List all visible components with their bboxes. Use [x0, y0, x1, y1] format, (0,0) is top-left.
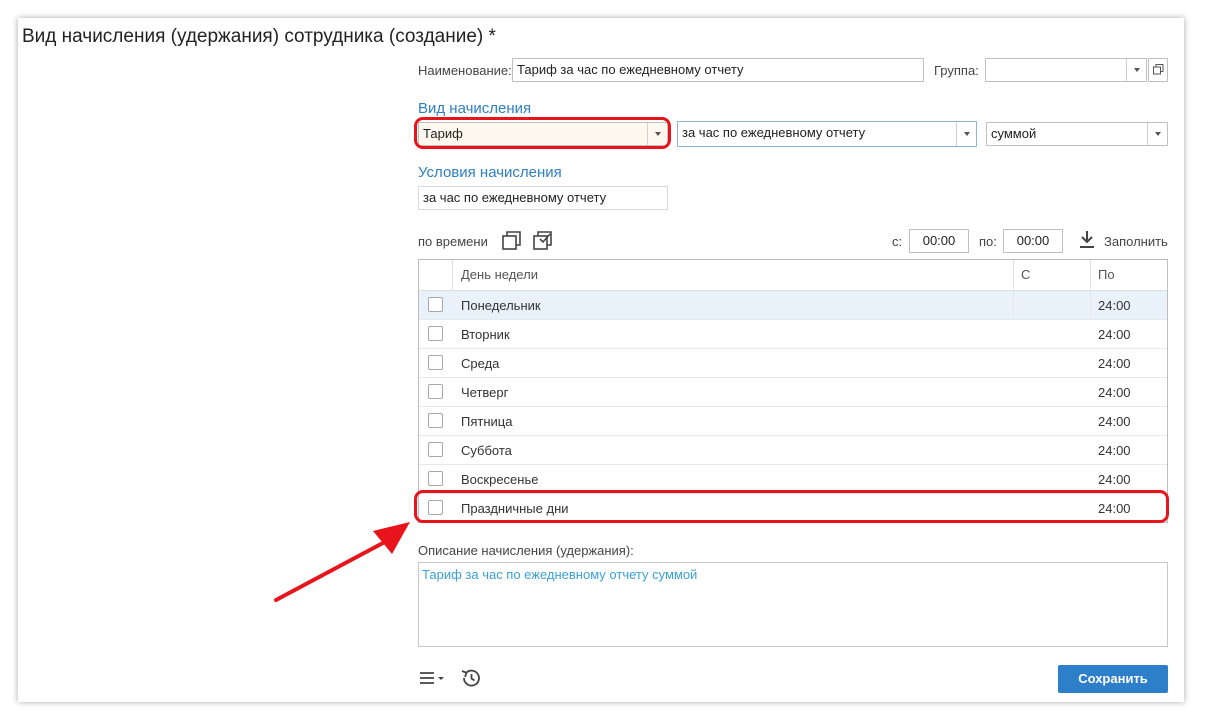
highlight-accrual-type [414, 117, 671, 149]
accrual-mode-value: суммой [991, 126, 1037, 141]
day-cell: Пятница [461, 414, 513, 429]
row-checkbox[interactable] [428, 413, 443, 428]
annotation-arrow-icon [274, 522, 410, 602]
accrual-basis-select[interactable]: за час по ежедневному отчету [677, 121, 977, 147]
row-checkbox[interactable] [428, 471, 443, 486]
highlight-holidays-row [414, 490, 1169, 523]
copy-icon[interactable] [501, 230, 523, 252]
to-cell: 24:00 [1098, 385, 1131, 400]
day-cell: Четверг [461, 385, 509, 400]
open-window-icon [1153, 64, 1164, 75]
chevron-down-icon [1133, 68, 1140, 72]
save-button[interactable]: Сохранить [1058, 665, 1168, 693]
conditions-section-title: Условия начисления [418, 164, 562, 181]
description-label: Описание начисления (удержания): [418, 543, 634, 558]
row-checkbox[interactable] [428, 384, 443, 399]
table-row[interactable]: Вторник 24:00 [419, 320, 1167, 349]
row-checkbox[interactable] [428, 442, 443, 457]
group-field[interactable] [985, 58, 1147, 82]
accrual-basis-value: за час по ежедневному отчету [682, 125, 866, 140]
name-field[interactable]: Тариф за час по ежедневному отчету [512, 58, 924, 82]
name-label: Наименование: [418, 63, 512, 78]
table-header: День недели С По [419, 260, 1167, 291]
to-cell: 24:00 [1098, 414, 1131, 429]
row-checkbox[interactable] [428, 355, 443, 370]
history-icon[interactable] [460, 667, 482, 689]
day-cell: Суббота [461, 443, 512, 458]
row-checkbox[interactable] [428, 297, 443, 312]
group-open-button[interactable] [1148, 58, 1168, 82]
to-cell: 24:00 [1098, 356, 1131, 371]
to-cell: 24:00 [1098, 327, 1131, 342]
weekday-table: День недели С По Понедельник 24:00 Вторн… [418, 259, 1168, 523]
download-icon[interactable] [1078, 230, 1096, 250]
by-time-label: по времени [418, 234, 488, 249]
menu-icon[interactable] [419, 669, 447, 687]
to-cell: 24:00 [1098, 443, 1131, 458]
chevron-down-icon [1154, 132, 1161, 136]
check-all-icon[interactable] [532, 230, 554, 252]
accrual-mode-dropdown-button[interactable] [1147, 123, 1167, 145]
to-cell: 24:00 [1098, 298, 1131, 313]
page-title: Вид начисления (удержания) сотрудника (с… [22, 26, 496, 47]
column-header-day: День недели [461, 267, 538, 282]
table-row[interactable]: Среда 24:00 [419, 349, 1167, 378]
table-row[interactable]: Понедельник 24:00 [419, 291, 1167, 320]
to-time-label: по: [979, 234, 997, 249]
from-time-label: с: [892, 234, 903, 249]
accrual-type-section-title: Вид начисления [418, 100, 532, 117]
from-time-input[interactable]: 00:00 [909, 229, 969, 253]
group-label: Группа: [934, 63, 979, 78]
description-field[interactable]: Тариф за час по ежедневному отчету суммо… [418, 562, 1168, 647]
table-row[interactable]: Пятница 24:00 [419, 407, 1167, 436]
row-checkbox[interactable] [428, 326, 443, 341]
day-cell: Среда [461, 356, 500, 371]
accrual-mode-select[interactable]: суммой [986, 122, 1168, 146]
day-cell: Понедельник [461, 298, 541, 313]
form-window: Вид начисления (удержания) сотрудника (с… [18, 18, 1184, 702]
group-dropdown-button[interactable] [1126, 59, 1146, 81]
column-header-from: С [1021, 267, 1031, 282]
conditions-field[interactable]: за час по ежедневному отчету [418, 186, 668, 210]
to-time-input[interactable]: 00:00 [1003, 229, 1063, 253]
chevron-down-icon [963, 132, 970, 136]
column-header-to: По [1098, 267, 1115, 282]
table-row[interactable]: Четверг 24:00 [419, 378, 1167, 407]
day-cell: Вторник [461, 327, 510, 342]
accrual-basis-dropdown-button[interactable] [956, 122, 976, 146]
table-row[interactable]: Суббота 24:00 [419, 436, 1167, 465]
fill-button[interactable]: Заполнить [1104, 234, 1168, 249]
